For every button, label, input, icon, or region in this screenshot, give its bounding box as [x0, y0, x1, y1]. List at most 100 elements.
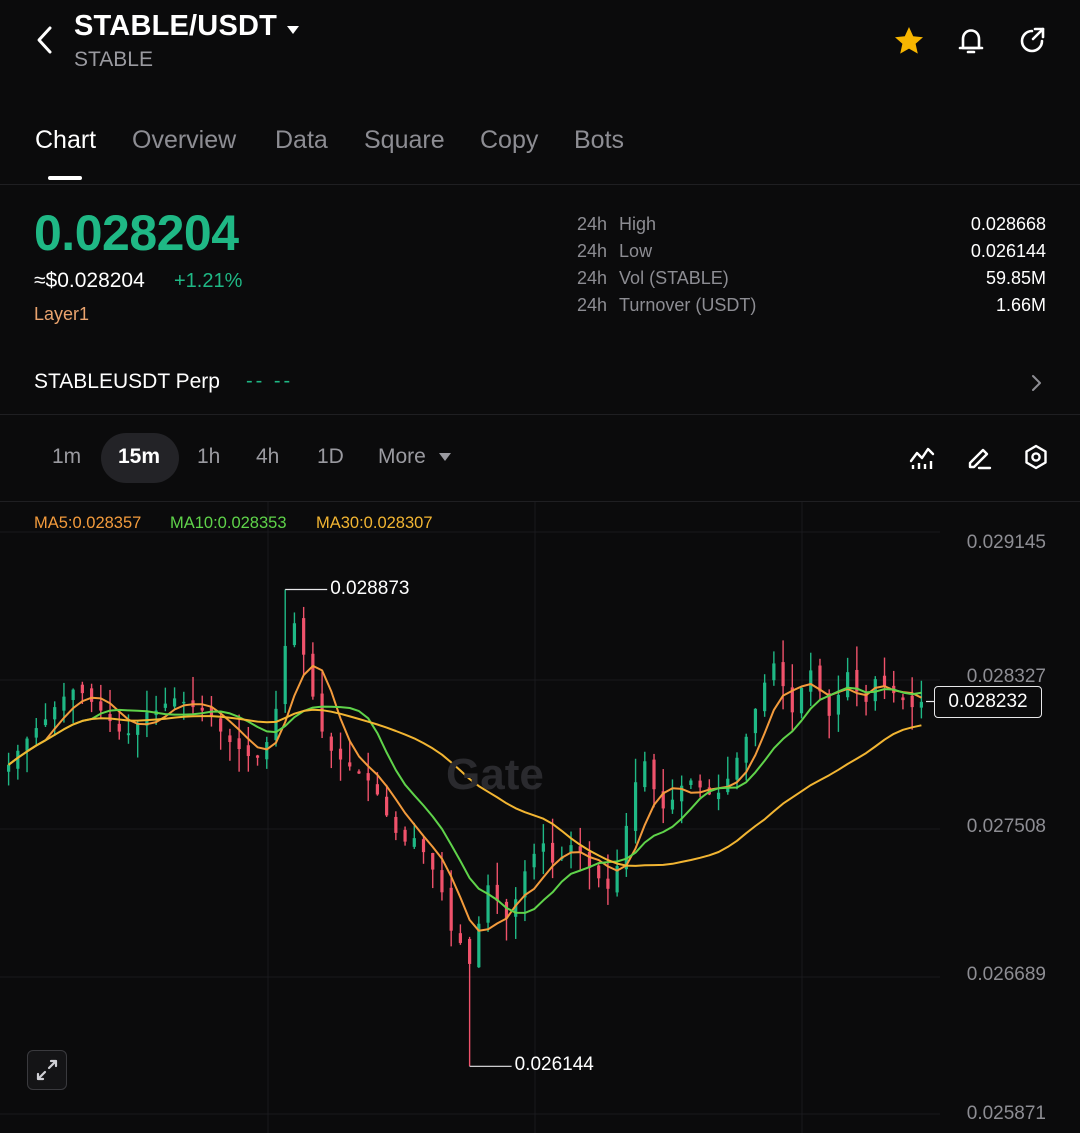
- category-tag[interactable]: Layer1: [34, 304, 89, 325]
- interval-1h[interactable]: 1h: [197, 445, 220, 469]
- candle-body: [329, 736, 333, 751]
- candle-body: [385, 796, 389, 816]
- y-tick-label: 0.029145: [966, 532, 1046, 553]
- candle-body: [412, 838, 416, 847]
- back-arrow-icon[interactable]: [30, 22, 60, 58]
- candle-body: [689, 780, 693, 786]
- header: STABLE/USDT STABLE: [0, 0, 1080, 100]
- stat-vol-value: 59.85M: [985, 268, 1046, 288]
- pair-selector[interactable]: STABLE/USDT: [74, 10, 301, 44]
- candle-body: [431, 853, 435, 870]
- ma30-label: MA30:0.028307: [316, 514, 433, 532]
- candle-body: [569, 845, 573, 853]
- candle-body: [62, 696, 66, 711]
- tab-data[interactable]: Data: [275, 126, 328, 155]
- candle-body: [403, 829, 407, 842]
- settings-hexagon-icon[interactable]: [1022, 443, 1050, 471]
- candle-body: [302, 618, 306, 655]
- chevron-down-icon: [285, 11, 301, 44]
- candle-body: [818, 665, 822, 692]
- candle-body: [763, 682, 767, 712]
- candle-body: [200, 707, 204, 711]
- candle-body: [366, 773, 370, 781]
- candle-body: [25, 738, 29, 751]
- candle-body: [633, 782, 638, 831]
- candle-body: [320, 693, 324, 732]
- y-tick-label: 0.028327: [966, 666, 1046, 687]
- caret-down-icon: [438, 453, 451, 462]
- candle-body: [486, 885, 490, 923]
- candle-body: [265, 742, 269, 760]
- candle-body: [394, 816, 398, 833]
- bell-icon[interactable]: [954, 24, 988, 58]
- star-icon[interactable]: [892, 24, 926, 58]
- candle-body: [781, 662, 785, 687]
- candle-body: [772, 663, 776, 681]
- interval-more[interactable]: More: [378, 445, 452, 469]
- candle-body: [255, 755, 260, 758]
- candle-body: [7, 764, 11, 772]
- candle-body: [172, 698, 177, 707]
- pair-subtitle: STABLE: [74, 48, 153, 71]
- candle-body: [836, 694, 841, 715]
- tab-bots[interactable]: Bots: [574, 126, 624, 155]
- candle-body: [246, 745, 250, 757]
- main-tabs: Chart Overview Data Square Copy Bots: [0, 118, 1080, 185]
- candle-body: [587, 852, 592, 868]
- tab-overview[interactable]: Overview: [132, 126, 236, 155]
- candle-body: [357, 771, 361, 774]
- candle-body: [744, 736, 748, 763]
- ma5-label: MA5:0.028357: [34, 514, 142, 532]
- active-tab-indicator: [48, 176, 82, 180]
- y-tick-label: 0.026689: [966, 964, 1046, 985]
- candle-body: [458, 933, 462, 943]
- gate-watermark: Gate: [446, 750, 544, 799]
- perp-row[interactable]: STABLEUSDT Perp -- --: [0, 356, 1080, 415]
- candle-body: [311, 653, 315, 697]
- candle-body: [219, 718, 223, 732]
- perp-value: -- --: [246, 370, 294, 392]
- current-price-marker: 0.028232: [934, 685, 1042, 718]
- candle-body: [348, 762, 352, 767]
- candle-body: [643, 761, 647, 788]
- chart-canvas[interactable]: [0, 502, 1080, 1133]
- candle-body: [237, 738, 241, 750]
- y-tick-label: 0.025871: [966, 1103, 1046, 1124]
- share-icon[interactable]: [1015, 24, 1049, 58]
- candle-body: [228, 735, 232, 743]
- candle-body: [541, 843, 545, 852]
- candle-body: [606, 878, 610, 889]
- stat-high-label: 24h High: [577, 214, 657, 234]
- candle-body: [532, 853, 536, 868]
- high-price-label: 0.028873: [330, 577, 410, 599]
- y-tick-label: 0.027508: [966, 816, 1046, 837]
- interval-1m[interactable]: 1m: [52, 445, 81, 469]
- candle-body: [375, 784, 380, 795]
- candle-body: [652, 759, 656, 790]
- candle-body: [698, 780, 702, 788]
- candlestick-chart[interactable]: MA5:0.028357 MA10:0.028353 MA30:0.028307…: [0, 502, 1080, 1133]
- indicator-icon[interactable]: [908, 443, 936, 471]
- tab-copy[interactable]: Copy: [480, 126, 538, 155]
- interval-1d[interactable]: 1D: [317, 445, 344, 469]
- candle-body: [449, 887, 453, 931]
- candle-body: [71, 689, 75, 701]
- draw-pen-icon[interactable]: [965, 443, 993, 471]
- stat-turnover-value: 1.66M: [995, 295, 1046, 315]
- ma10-label: MA10:0.028353: [170, 514, 287, 532]
- candle-body: [753, 708, 758, 734]
- stat-turnover-label: 24h Turnover (USDT): [577, 295, 757, 315]
- tab-chart[interactable]: Chart: [35, 126, 96, 155]
- candle-body: [283, 645, 287, 705]
- interval-4h[interactable]: 4h: [256, 445, 279, 469]
- usd-price: ≈$0.028204: [34, 269, 145, 292]
- low-price-label: 0.026144: [514, 1054, 594, 1076]
- tab-square[interactable]: Square: [364, 126, 445, 155]
- candle-body: [99, 701, 103, 711]
- expand-icon[interactable]: [27, 1050, 67, 1090]
- candle-body: [597, 865, 601, 879]
- interval-bar: 1m 15m 1h 4h 1D More: [0, 415, 1080, 502]
- candle-body: [716, 792, 721, 800]
- interval-15m[interactable]: 15m: [118, 445, 160, 469]
- last-price: 0.028204: [34, 205, 239, 261]
